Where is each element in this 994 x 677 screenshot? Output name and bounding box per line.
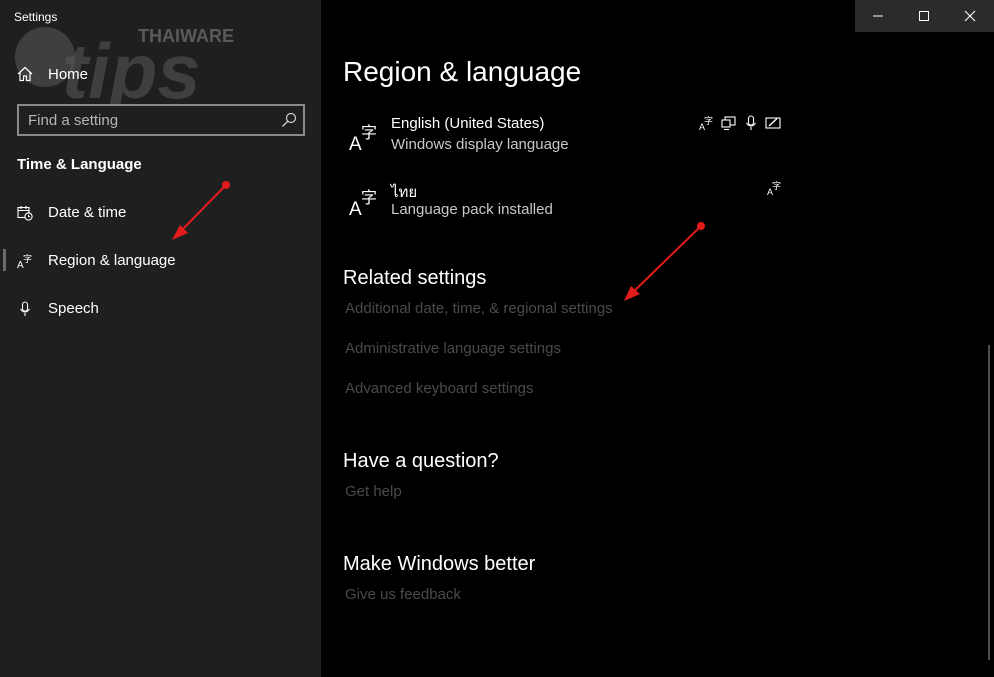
microphone-icon (20, 301, 30, 316)
sidebar-item-label: Speech (48, 300, 99, 317)
search-icon[interactable] (281, 112, 297, 128)
language-icon: A 字 (349, 123, 377, 151)
section-heading: Time & Language (17, 156, 142, 173)
window-controls (855, 0, 994, 32)
sidebar-item-label: Date & time (48, 204, 127, 221)
calendar-clock-icon (17, 206, 33, 221)
language-item-thai[interactable]: A 字 ไทย Language pack installed A 字 (343, 180, 793, 230)
microphone-icon (746, 115, 756, 130)
sidebar-item-label: Region & language (48, 252, 176, 269)
svg-text:字: 字 (704, 115, 713, 127)
display-icon (721, 116, 736, 131)
handwriting-icon (765, 117, 781, 129)
search-box[interactable] (17, 104, 305, 136)
svg-text:字: 字 (23, 253, 32, 265)
home-label: Home (48, 65, 89, 83)
language-status: Windows display language (391, 136, 569, 153)
administrative-language-link[interactable]: Administrative language settings (345, 340, 561, 357)
app-title: Settings (14, 10, 58, 24)
svg-text:字: 字 (772, 180, 781, 192)
language-icon: A 字 (767, 180, 781, 196)
home-icon (17, 66, 33, 82)
language-icon: A 字 (17, 253, 32, 269)
search-input[interactable] (19, 106, 269, 134)
language-icon: A 字 (699, 115, 713, 131)
home-button[interactable]: Home (17, 62, 88, 86)
scrollbar[interactable] (988, 345, 990, 660)
make-windows-better-heading: Make Windows better (343, 553, 536, 575)
sidebar: THAIWARE tips Settings Home Time & Langu… (0, 0, 321, 677)
close-icon (964, 10, 976, 22)
main-content: Region & language A 字 English (United St… (321, 0, 994, 677)
selection-indicator (3, 249, 6, 271)
sidebar-item-region-language[interactable]: A 字 Region & language (0, 241, 321, 281)
svg-text:字: 字 (361, 188, 377, 207)
language-name: English (United States) (391, 115, 545, 132)
language-icon: A 字 (349, 188, 377, 216)
get-help-link[interactable]: Get help (345, 483, 402, 500)
language-item-english[interactable]: A 字 English (United States) Windows disp… (343, 115, 793, 165)
minimize-button[interactable] (855, 0, 901, 32)
svg-text:字: 字 (361, 123, 377, 142)
sidebar-item-speech[interactable]: Speech (0, 289, 321, 329)
give-feedback-link[interactable]: Give us feedback (345, 586, 461, 603)
maximize-icon (919, 11, 929, 21)
additional-date-time-regional-link[interactable]: Additional date, time, & regional settin… (345, 300, 613, 317)
minimize-icon (873, 15, 883, 17)
page-title: Region & language (343, 56, 582, 87)
maximize-button[interactable] (901, 0, 947, 32)
sidebar-item-date-time[interactable]: Date & time (0, 193, 321, 233)
language-status: Language pack installed (391, 201, 553, 218)
close-button[interactable] (947, 0, 993, 32)
related-settings-heading: Related settings (343, 267, 487, 289)
question-heading: Have a question? (343, 450, 499, 472)
advanced-keyboard-link[interactable]: Advanced keyboard settings (345, 380, 533, 397)
